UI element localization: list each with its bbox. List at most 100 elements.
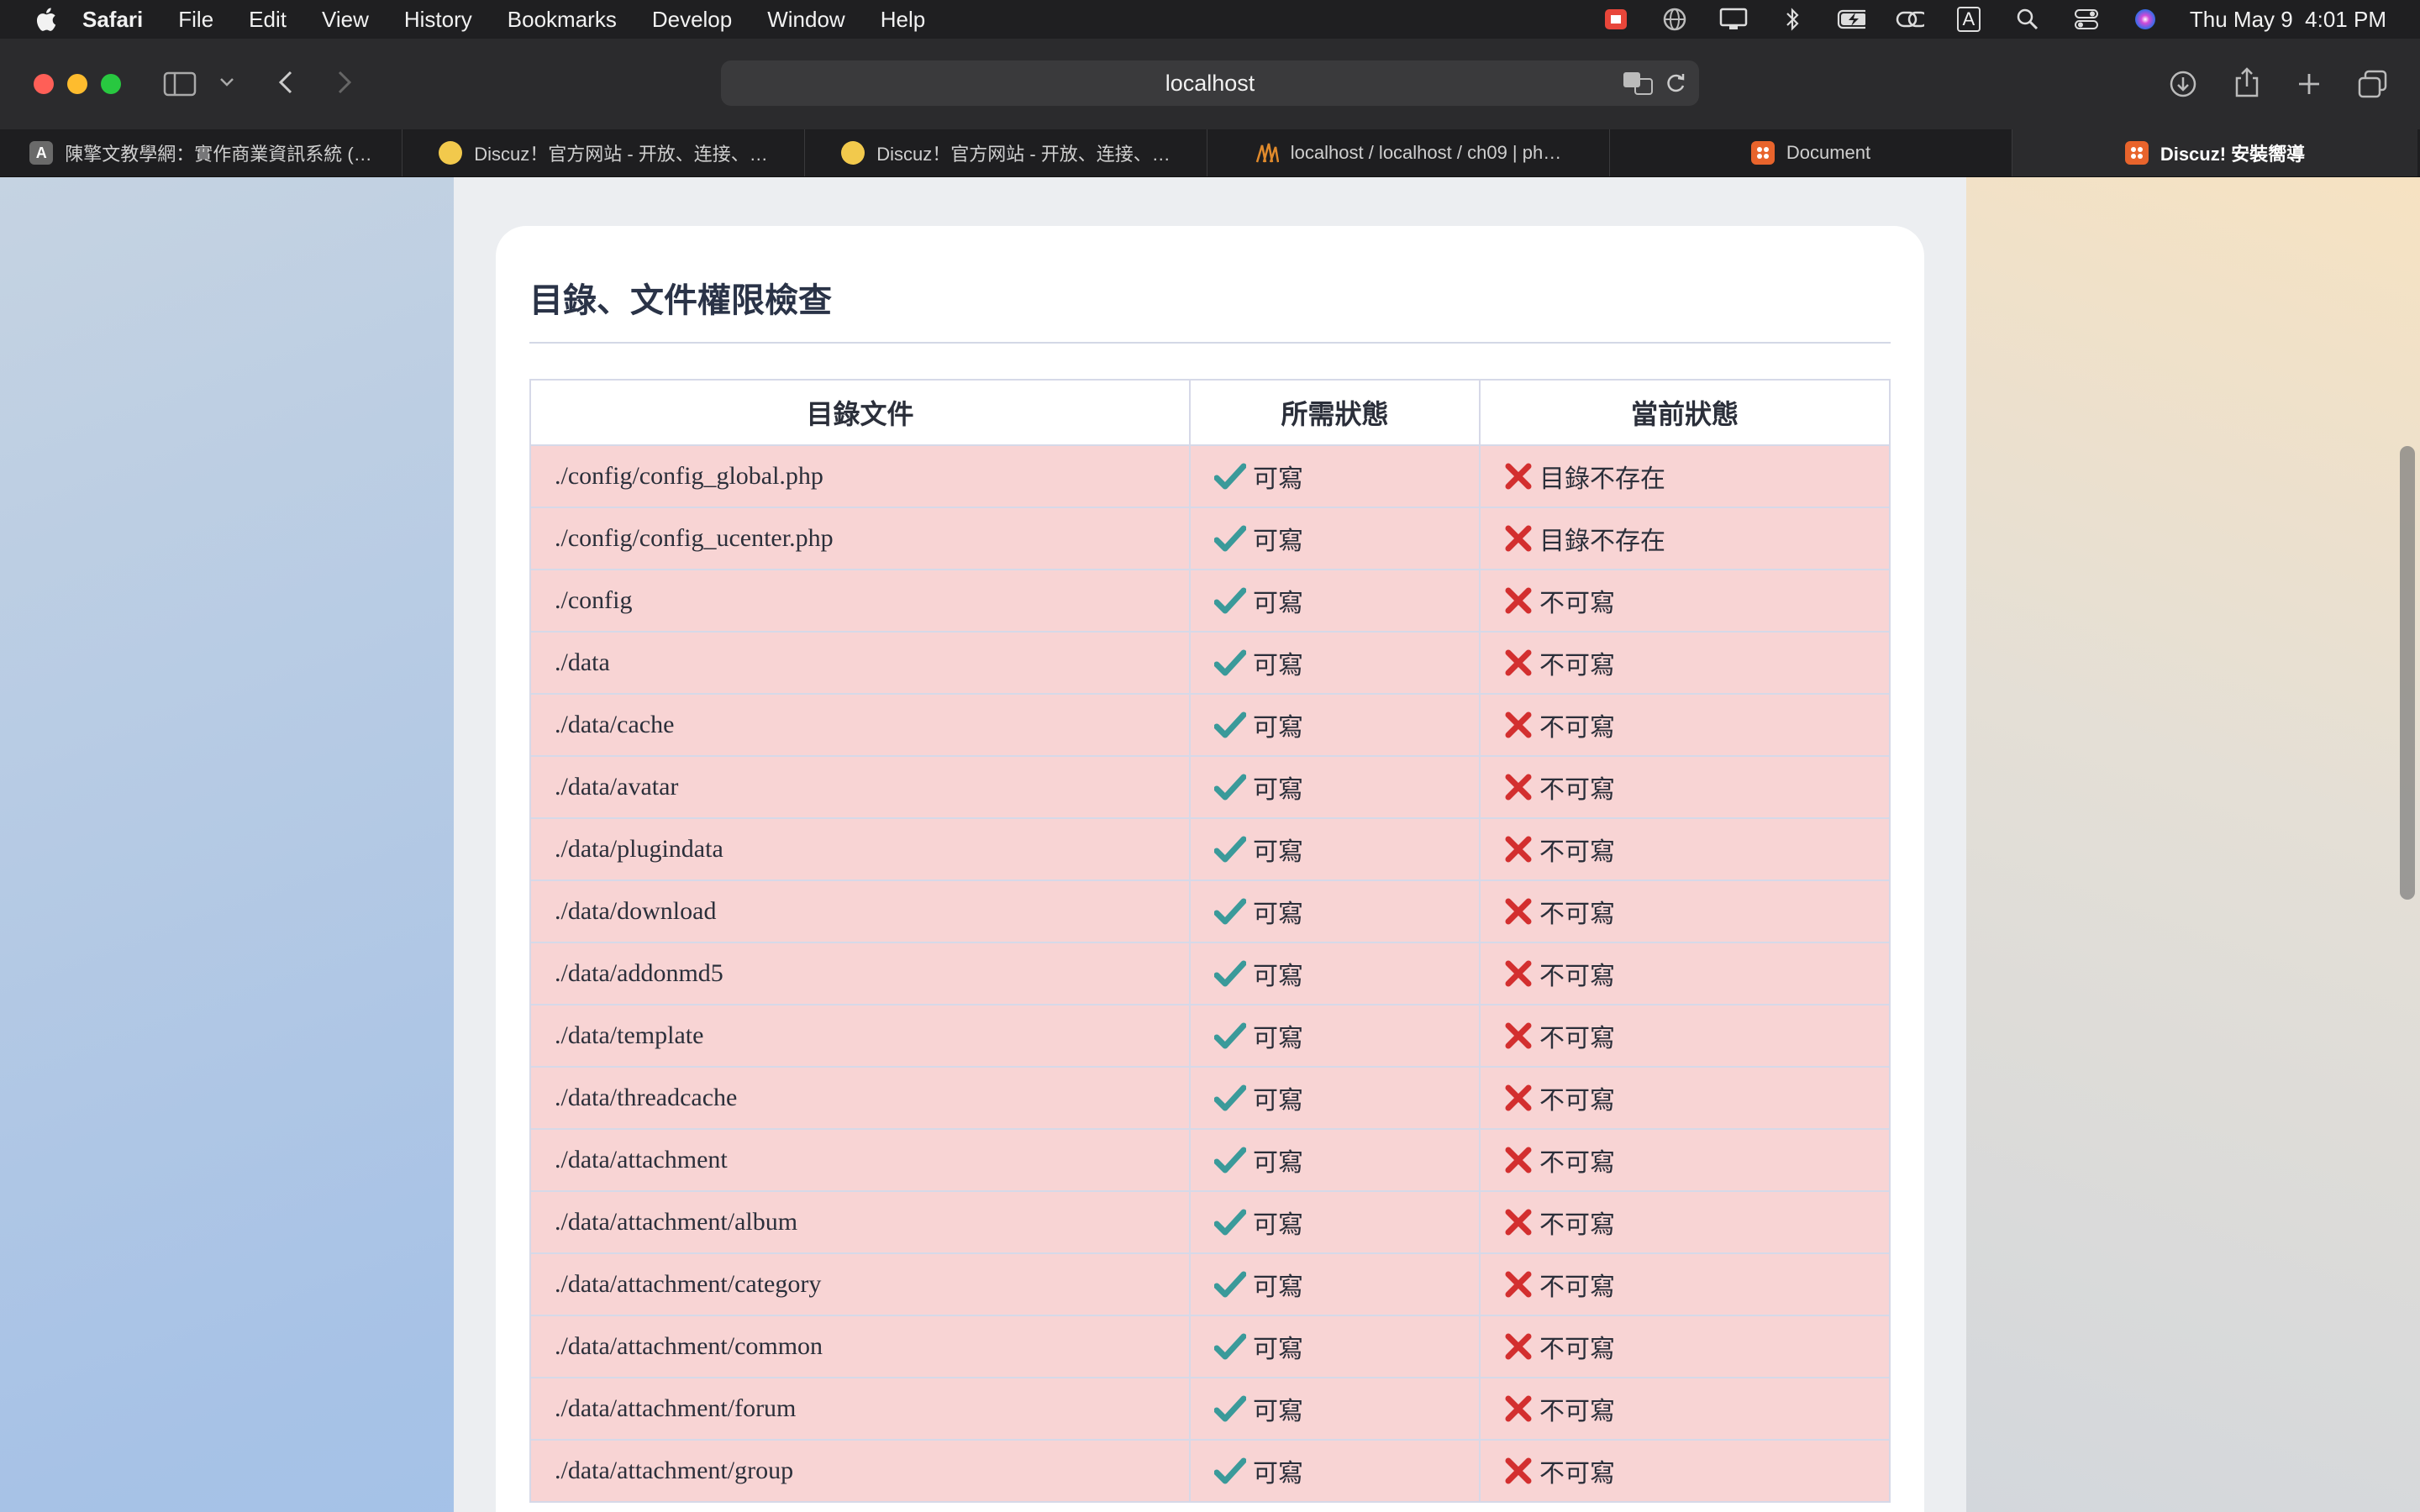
menu-window[interactable]: Window [767, 7, 844, 33]
bluetooth-icon[interactable] [1778, 8, 1807, 31]
tab-2[interactable]: Discuz！官方网站 - 开放、连接、… [402, 129, 805, 176]
menu-edit[interactable]: Edit [249, 7, 287, 33]
permission-table: 目錄文件 所需狀態 當前狀態 ./config/config_global.ph… [529, 379, 1891, 1503]
path-cell: ./data/attachment/common [529, 1315, 1191, 1378]
required-status-cell: 可寫 [1189, 1004, 1481, 1068]
zoom-window-button[interactable] [101, 74, 121, 94]
current-status-cell: 不可寫 [1479, 817, 1891, 881]
cross-icon [1505, 1271, 1532, 1298]
path-text: ./data/avatar [555, 773, 679, 801]
tab-favicon-icon: A [29, 141, 54, 165]
minimize-window-button[interactable] [67, 74, 87, 94]
tab-1[interactable]: A 陳擎文教學網：實作商業資訊系統 (… [0, 129, 402, 176]
cross-icon [1505, 1395, 1532, 1422]
tab-4[interactable]: localhost / localhost / ch09 | ph… [1207, 129, 1610, 176]
close-window-button[interactable] [34, 74, 54, 94]
path-cell: ./config/config_global.php [529, 444, 1191, 508]
current-status-cell: 不可寫 [1479, 631, 1891, 695]
check-icon [1214, 1084, 1246, 1111]
tab-6-active[interactable]: Discuz! 安裝嚮導 [2012, 129, 2417, 176]
input-source-label: A [1956, 7, 1981, 32]
back-button[interactable] [271, 67, 301, 97]
path-cell: ./data/attachment/forum [529, 1377, 1191, 1441]
divider [529, 342, 1891, 344]
current-status-cell: 不可寫 [1479, 1066, 1891, 1130]
share-icon[interactable] [2230, 66, 2264, 99]
check-icon [1214, 525, 1246, 552]
path-cell: ./data/download [529, 879, 1191, 943]
current-status-text: 不可寫 [1539, 714, 1615, 742]
menu-bookmarks[interactable]: Bookmarks [508, 7, 617, 33]
table-row: ./data/addonmd5 可寫 不可寫 [529, 942, 1891, 1005]
sidebar-toggle-icon[interactable] [163, 67, 197, 101]
required-status-cell: 可寫 [1189, 507, 1481, 570]
table-row: ./config 可寫 不可寫 [529, 569, 1891, 633]
required-status-text: 可寫 [1253, 1087, 1303, 1115]
tab-label: Document [1786, 142, 1871, 163]
required-status-text: 可寫 [1253, 1460, 1303, 1488]
tab-favicon-icon [1255, 141, 1279, 165]
check-icon [1214, 898, 1246, 925]
new-tab-icon[interactable] [2292, 67, 2326, 101]
scrollbar-thumb[interactable] [2400, 446, 2415, 900]
required-status-text: 可寫 [1253, 1398, 1303, 1425]
clock[interactable]: Thu May 9 4:01 PM [2190, 7, 2386, 33]
apple-icon[interactable] [34, 6, 57, 33]
menu-app-name[interactable]: Safari [82, 7, 143, 33]
menu-history[interactable]: History [404, 7, 472, 33]
required-status-cell: 可寫 [1189, 817, 1481, 881]
path-cell: ./data/attachment/group [529, 1439, 1191, 1503]
tab-favicon-icon [2124, 141, 2149, 165]
chevron-down-icon[interactable] [217, 72, 237, 92]
menu-file[interactable]: File [178, 7, 213, 33]
check-icon [1214, 836, 1246, 863]
spotlight-search-icon[interactable] [2013, 8, 2042, 31]
path-cell: ./data/attachment/album [529, 1190, 1191, 1254]
menu-view[interactable]: View [322, 7, 369, 33]
current-status-text: 目錄不存在 [1539, 528, 1665, 555]
battery-icon[interactable] [1837, 8, 1865, 31]
link-icon[interactable] [1896, 8, 1924, 31]
tab-3[interactable]: Discuz！官方网站 - 开放、连接、… [805, 129, 1207, 176]
reload-icon[interactable] [1664, 71, 1687, 102]
tab-5[interactable]: Document [1610, 129, 2012, 176]
current-status-cell: 目錄不存在 [1479, 507, 1891, 570]
required-status-cell: 可寫 [1189, 879, 1481, 943]
current-status-text: 不可寫 [1539, 1273, 1615, 1301]
table-row: ./data/attachment/forum 可寫 不可寫 [529, 1377, 1891, 1441]
input-source-indicator[interactable]: A [1954, 7, 1983, 32]
menu-develop[interactable]: Develop [652, 7, 732, 33]
required-status-cell: 可寫 [1189, 1066, 1481, 1130]
required-status-cell: 可寫 [1189, 755, 1481, 819]
menu-help[interactable]: Help [881, 7, 925, 33]
table-row: ./data/attachment/common 可寫 不可寫 [529, 1315, 1891, 1378]
globe-icon[interactable] [1660, 8, 1689, 31]
section-title: 目錄、文件權限檢查 [529, 281, 832, 319]
current-status-text: 不可寫 [1539, 1025, 1615, 1053]
cross-icon [1505, 1209, 1532, 1236]
path-cell: ./data [529, 631, 1191, 695]
tab-overview-icon[interactable] [2356, 67, 2390, 101]
required-status-text: 可寫 [1253, 1025, 1303, 1053]
check-icon [1214, 1147, 1246, 1173]
current-status-text: 不可寫 [1539, 900, 1615, 928]
path-text: ./data/plugindata [555, 835, 723, 863]
translate-icon[interactable] [1622, 71, 1655, 102]
app-tray-icon[interactable] [1602, 8, 1630, 31]
required-status-text: 可寫 [1253, 838, 1303, 866]
siri-icon[interactable] [2131, 8, 2160, 31]
address-bar[interactable]: localhost [721, 60, 1699, 106]
web-content: 目錄、文件權限檢查 目錄文件 所需狀態 當前狀態 ./config/config… [0, 177, 2420, 1512]
downloads-icon[interactable] [2166, 67, 2200, 101]
required-status-text: 可寫 [1253, 900, 1303, 928]
required-status-text: 可寫 [1253, 963, 1303, 990]
table-header-row: 目錄文件 所需狀態 當前狀態 [529, 379, 1891, 446]
path-text: ./data/attachment/common [555, 1332, 823, 1360]
control-center-icon[interactable] [2072, 8, 2101, 31]
cross-icon [1505, 711, 1532, 738]
table-row: ./data/threadcache 可寫 不可寫 [529, 1066, 1891, 1130]
forward-button[interactable] [329, 67, 360, 97]
table-row: ./data/plugindata 可寫 不可寫 [529, 817, 1891, 881]
cross-icon [1505, 525, 1532, 552]
display-icon[interactable] [1719, 8, 1748, 31]
